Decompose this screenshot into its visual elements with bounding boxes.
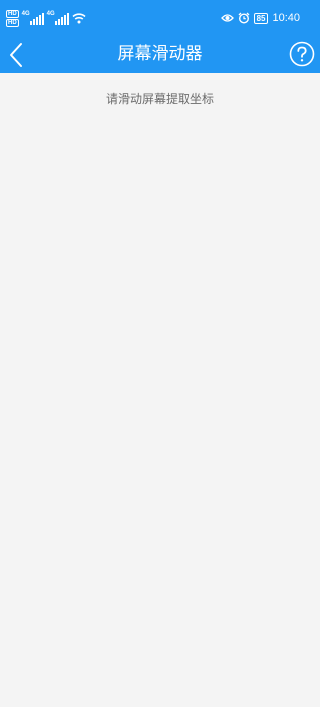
alarm-icon [238,12,250,24]
question-circle-icon [289,41,315,67]
status-time: 10:40 [272,12,300,24]
wifi-icon [72,13,86,24]
signal-sim2-icon: 4G [47,11,69,25]
network-type-label: 4G [46,11,55,17]
eye-icon [220,14,234,22]
status-bar-left: HD HD 4G 4G [6,8,86,28]
hd-badges: HD HD [6,9,19,27]
hd-badge: HD [6,18,19,27]
swipe-hint: 请滑动屏幕提取坐标 [105,92,214,106]
help-button[interactable] [289,41,315,67]
chevron-left-icon [10,43,22,67]
back-button[interactable] [6,42,30,68]
status-bar: HD HD 4G 4G 85 10:40 [0,0,320,36]
battery-indicator: 85 [253,12,269,24]
page-title: 屏幕滑动器 [117,44,203,64]
signal-sim1-icon: 4G [22,11,44,25]
app-bar: 屏幕滑动器 [0,36,320,73]
touch-area[interactable]: 请滑动屏幕提取坐标 [0,73,320,707]
network-type-label: 4G [21,11,30,17]
status-bar-right: 85 10:40 [220,10,300,26]
hd-badge: HD [6,9,19,18]
